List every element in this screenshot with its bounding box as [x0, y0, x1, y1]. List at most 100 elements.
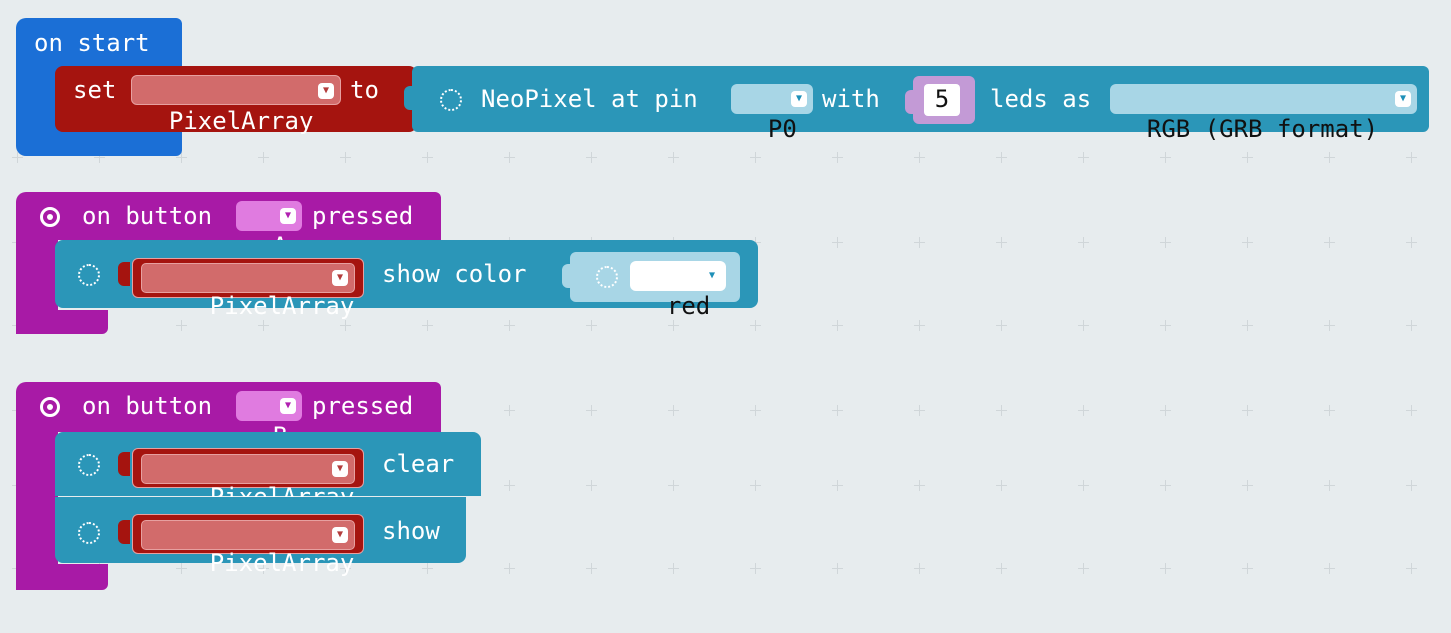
- grid-cross: [668, 152, 679, 163]
- dropdown-arrow-icon: ▼: [704, 268, 720, 284]
- grid-cross: [1406, 152, 1417, 163]
- pixelarray-variable-dropdown[interactable]: PixelArray ▼: [132, 514, 364, 577]
- loading-dots-icon: [78, 522, 100, 544]
- show-label: show: [382, 517, 440, 545]
- grid-cross: [750, 405, 761, 416]
- color-dropdown[interactable]: red ▼: [630, 261, 726, 320]
- input-notch: [562, 264, 574, 288]
- input-notch: [118, 452, 130, 476]
- pressed-label: pressed: [312, 392, 414, 420]
- grid-cross: [1160, 152, 1171, 163]
- grid-cross: [832, 480, 843, 491]
- grid-cross: [258, 152, 269, 163]
- grid-cross: [996, 480, 1007, 491]
- led-count-field[interactable]: 5: [924, 84, 960, 116]
- grid-cross: [1078, 405, 1089, 416]
- grid-cross: [668, 480, 679, 491]
- grid-cross: [1078, 563, 1089, 574]
- grid-cross: [1160, 405, 1171, 416]
- to-label: to: [350, 76, 379, 104]
- grid-cross: [1160, 320, 1171, 331]
- button-b-dropdown[interactable]: B ▼: [236, 391, 302, 450]
- pixelarray-variable-dropdown[interactable]: PixelArray ▼: [132, 258, 364, 320]
- grid-cross: [750, 480, 761, 491]
- grid-cross: [422, 563, 433, 574]
- grid-cross: [586, 405, 597, 416]
- grid-cross: [1324, 320, 1335, 331]
- grid-cross: [340, 320, 351, 331]
- grid-cross: [750, 320, 761, 331]
- grid-cross: [668, 320, 679, 331]
- grid-cross: [996, 152, 1007, 163]
- grid-cross: [914, 320, 925, 331]
- rgb-mode-dropdown[interactable]: RGB (GRB format) ▼: [1110, 84, 1417, 143]
- grid-cross: [1160, 480, 1171, 491]
- grid-cross: [996, 405, 1007, 416]
- on-start-label: on start: [34, 29, 150, 57]
- grid-cross: [586, 320, 597, 331]
- grid-cross: [1242, 320, 1253, 331]
- loading-dots-icon: [596, 266, 618, 288]
- input-notch: [404, 86, 416, 110]
- dropdown-arrow-icon: ▼: [280, 208, 296, 224]
- grid-cross: [504, 320, 515, 331]
- grid-cross: [1242, 405, 1253, 416]
- grid-cross: [504, 480, 515, 491]
- dropdown-arrow-icon: ▼: [280, 398, 296, 414]
- grid-cross: [996, 237, 1007, 248]
- on-button-label: on button: [82, 392, 213, 420]
- dropdown-arrow-icon: ▼: [332, 461, 348, 477]
- pixelarray-variable-text: PixelArray: [209, 549, 355, 577]
- grid-cross: [504, 152, 515, 163]
- leds-as-label: leds as: [990, 85, 1092, 113]
- grid-cross: [422, 152, 433, 163]
- grid-cross: [1324, 152, 1335, 163]
- color-text: red: [666, 292, 711, 320]
- grid-cross: [1242, 480, 1253, 491]
- grid-cross: [1242, 237, 1253, 248]
- grid-cross: [832, 405, 843, 416]
- pixelarray-variable-dropdown[interactable]: PixelArray ▼: [132, 448, 364, 511]
- grid-cross: [1324, 480, 1335, 491]
- grid-cross: [1242, 152, 1253, 163]
- loading-dots-icon: [440, 89, 462, 111]
- pressed-label: pressed: [312, 202, 414, 230]
- grid-cross: [914, 480, 925, 491]
- on-button-b-foot: [16, 564, 108, 590]
- grid-cross: [996, 563, 1007, 574]
- on-button-a-foot: [16, 310, 108, 334]
- dropdown-arrow-icon: ▼: [1395, 91, 1411, 107]
- grid-cross: [750, 563, 761, 574]
- grid-cross: [832, 152, 843, 163]
- grid-cross: [1160, 563, 1171, 574]
- grid-cross: [1078, 320, 1089, 331]
- pin-dropdown[interactable]: P0 ▼: [731, 84, 813, 143]
- with-label: with: [822, 85, 880, 113]
- grid-cross: [586, 480, 597, 491]
- on-button-label: on button: [82, 202, 213, 230]
- dropdown-arrow-icon: ▼: [332, 527, 348, 543]
- grid-cross: [832, 320, 843, 331]
- neopixel-at-pin-label: NeoPixel at pin: [481, 85, 698, 113]
- grid-cross: [668, 563, 679, 574]
- dropdown-arrow-icon: ▼: [791, 91, 807, 107]
- grid-cross: [258, 320, 269, 331]
- grid-cross: [504, 563, 515, 574]
- target-icon: [40, 207, 60, 227]
- grid-cross: [1242, 563, 1253, 574]
- input-notch: [905, 90, 917, 114]
- grid-cross: [1324, 405, 1335, 416]
- button-a-dropdown[interactable]: A ▼: [236, 201, 302, 260]
- grid-cross: [914, 237, 925, 248]
- dropdown-arrow-icon: ▼: [332, 270, 348, 286]
- target-icon: [40, 397, 60, 417]
- pixelarray-variable-dropdown[interactable]: PixelArray ▼: [131, 75, 341, 135]
- grid-cross: [1078, 237, 1089, 248]
- grid-cross: [914, 152, 925, 163]
- grid-cross: [504, 405, 515, 416]
- set-label: set: [73, 76, 117, 104]
- pin-text: P0: [767, 115, 797, 143]
- grid-cross: [1324, 237, 1335, 248]
- grid-cross: [914, 405, 925, 416]
- grid-cross: [1160, 237, 1171, 248]
